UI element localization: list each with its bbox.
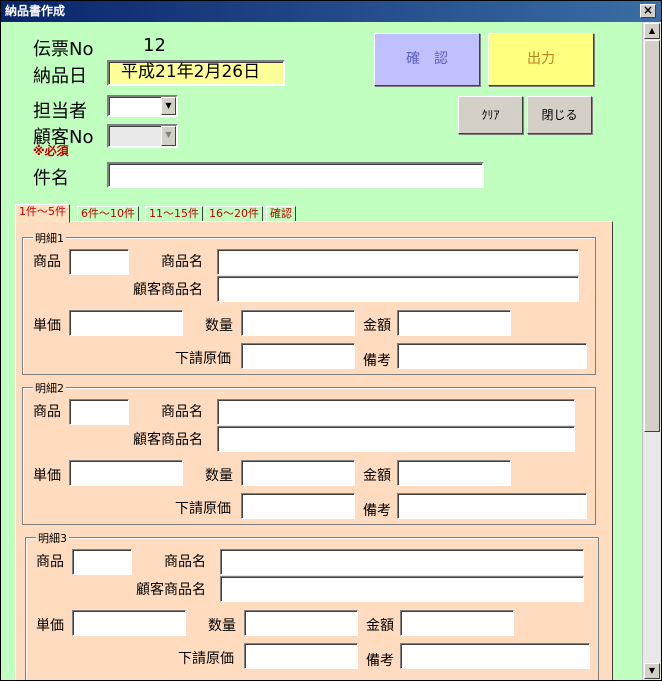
product-label: 商品 — [33, 254, 61, 270]
unit-price-field[interactable] — [69, 460, 183, 486]
unit-price-field[interactable] — [69, 310, 183, 336]
customer-product-name-label: 顧客商品名 — [136, 582, 206, 598]
product-name-field[interactable] — [220, 549, 584, 575]
output-button[interactable]: 出力 — [488, 33, 594, 86]
remarks-field[interactable] — [400, 643, 590, 669]
product-label: 商品 — [36, 554, 64, 570]
quantity-field[interactable] — [244, 610, 358, 636]
subcontract-cost-field[interactable] — [241, 493, 355, 519]
product-name-field[interactable] — [217, 249, 579, 275]
tab-16-20[interactable]: 16～20件 — [205, 206, 263, 222]
tab-confirm[interactable]: 確認 — [266, 206, 296, 222]
unit-price-label: 単価 — [33, 468, 61, 484]
delivery-date-label: 納品日 — [33, 66, 87, 87]
subcontract-cost-label: 下請原価 — [178, 651, 234, 667]
remarks-label: 備考 — [366, 653, 394, 669]
window-title: 納品書作成 — [5, 4, 66, 18]
chevron-down-icon[interactable]: ▼ — [161, 97, 176, 115]
product-name-label: 商品名 — [164, 554, 206, 570]
staff-label: 担当者 — [33, 101, 87, 122]
detail-title-3: 明細3 — [36, 530, 69, 546]
product-code-field[interactable] — [69, 399, 129, 425]
subcontract-cost-field[interactable] — [241, 343, 355, 369]
remarks-field[interactable] — [397, 493, 587, 519]
subcontract-cost-label: 下請原価 — [175, 351, 231, 367]
quantity-field[interactable] — [241, 310, 355, 336]
remarks-field[interactable] — [397, 343, 587, 369]
detail-frame-3: 明細3 商品 商品名 顧客商品名 単価 数量 金額 下請原価 備考 — [25, 530, 599, 680]
delivery-slip-window: 納品書作成 × 伝票No 12 納品日 平成21年2月26日 担当者 ▼ 顧客N… — [0, 0, 662, 681]
quantity-label: 数量 — [205, 468, 233, 484]
unit-price-field[interactable] — [72, 610, 186, 636]
tab-6-10[interactable]: 6件～10件 — [77, 206, 139, 222]
amount-label: 金額 — [363, 468, 391, 484]
customer-product-name-label: 顧客商品名 — [133, 432, 203, 448]
quantity-field[interactable] — [241, 460, 355, 486]
subject-field[interactable] — [107, 162, 484, 188]
remarks-label: 備考 — [363, 503, 391, 519]
slip-number-label: 伝票No — [33, 39, 94, 60]
amount-field[interactable] — [397, 310, 511, 336]
confirm-button[interactable]: 確 認 — [374, 33, 480, 86]
detail-frame-1: 明細1 商品 商品名 顧客商品名 単価 数量 金額 下請原価 備考 — [22, 230, 596, 375]
customer-number-select[interactable]: ▼ — [107, 124, 178, 148]
subcontract-cost-label: 下請原価 — [175, 501, 231, 517]
customer-product-name-field[interactable] — [220, 576, 584, 602]
subject-label: 件名 — [33, 168, 69, 189]
delivery-date-field[interactable]: 平成21年2月26日 — [107, 60, 285, 86]
scroll-thumb[interactable] — [644, 40, 660, 432]
amount-label: 金額 — [366, 618, 394, 634]
amount-label: 金額 — [363, 318, 391, 334]
clear-button[interactable]: ｸﾘｱ — [458, 96, 523, 134]
detail-title-2: 明細2 — [33, 380, 66, 396]
customer-product-name-field[interactable] — [217, 276, 579, 302]
delivery-date-value: 平成21年2月26日 — [121, 62, 261, 82]
product-name-label: 商品名 — [161, 404, 203, 420]
staff-select[interactable]: ▼ — [107, 95, 178, 117]
chevron-down-icon[interactable]: ▼ — [161, 126, 176, 146]
unit-price-label: 単価 — [33, 318, 61, 334]
tab-panel: 明細1 商品 商品名 顧客商品名 単価 数量 金額 下請原価 備考 明細2 商品… — [15, 221, 613, 680]
scroll-up-icon[interactable]: ▲ — [644, 23, 660, 39]
window-close-button[interactable]: × — [640, 4, 656, 18]
amount-field[interactable] — [397, 460, 511, 486]
close-button[interactable]: 閉じる — [527, 96, 592, 134]
detail-title-1: 明細1 — [33, 230, 66, 246]
title-bar: 納品書作成 × — [1, 1, 661, 22]
tab-11-15[interactable]: 11～15件 — [145, 206, 203, 222]
remarks-label: 備考 — [363, 353, 391, 369]
product-name-field[interactable] — [217, 399, 575, 425]
product-name-label: 商品名 — [161, 254, 203, 270]
quantity-label: 数量 — [205, 318, 233, 334]
amount-field[interactable] — [400, 610, 514, 636]
unit-price-label: 単価 — [36, 618, 64, 634]
tab-1-5[interactable]: 1件～5件 — [15, 204, 70, 223]
scroll-down-icon[interactable]: ▼ — [644, 663, 660, 679]
form-client-area: 伝票No 12 納品日 平成21年2月26日 担当者 ▼ 顧客No ▼ ※必須 … — [1, 22, 642, 680]
customer-product-name-label: 顧客商品名 — [133, 282, 203, 298]
product-label: 商品 — [33, 404, 61, 420]
quantity-label: 数量 — [208, 618, 236, 634]
product-code-field[interactable] — [72, 549, 132, 575]
subcontract-cost-field[interactable] — [244, 643, 358, 669]
product-code-field[interactable] — [69, 249, 129, 275]
customer-product-name-field[interactable] — [217, 426, 575, 452]
required-note: ※必須 — [33, 144, 69, 158]
slip-number-value: 12 — [143, 35, 166, 56]
detail-frame-2: 明細2 商品 商品名 顧客商品名 単価 数量 金額 下請原価 備考 — [22, 380, 596, 525]
vertical-scrollbar[interactable]: ▲ ▼ — [642, 22, 661, 680]
